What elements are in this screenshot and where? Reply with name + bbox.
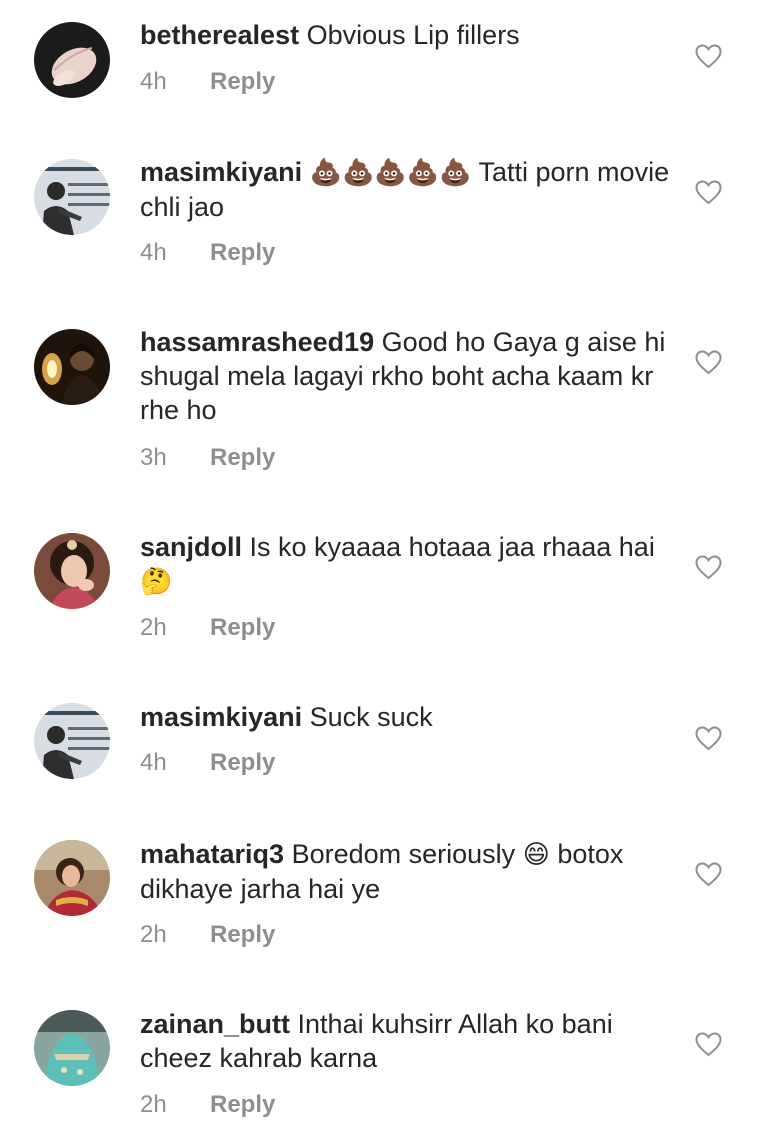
poop-emoji: 💩💩💩💩💩 (309, 158, 472, 188)
heart-outline-icon[interactable] (695, 350, 722, 375)
comment-timestamp: 2h (140, 921, 167, 948)
comment-timestamp: 3h (140, 444, 167, 471)
comment-username[interactable]: sanjdoll (140, 532, 242, 562)
comment-meta: 3h Reply (140, 443, 275, 473)
avatar[interactable] (34, 533, 110, 609)
reply-button[interactable]: Reply (210, 749, 275, 776)
comment-timestamp: 4h (140, 68, 167, 95)
comment-body: Is ko kyaaaa hotaaa jaa rhaaa hai (249, 532, 655, 562)
avatar[interactable] (34, 159, 110, 235)
reply-button[interactable]: Reply (210, 1091, 275, 1118)
comment-timestamp: 2h (140, 1091, 167, 1118)
heart-outline-icon[interactable] (695, 555, 722, 580)
comment-timestamp: 4h (140, 239, 167, 266)
comment-meta: 2h Reply (140, 920, 275, 950)
comment-meta: 2h Reply (140, 1090, 275, 1120)
comment-username[interactable]: mahatariq3 (140, 839, 284, 869)
comment-username[interactable]: masimkiyani (140, 702, 302, 732)
reply-button[interactable]: Reply (210, 68, 275, 95)
heart-outline-icon[interactable] (695, 726, 722, 751)
comment-username[interactable]: hassamrasheed19 (140, 327, 374, 357)
comment-username[interactable]: masimkiyani (140, 157, 302, 187)
comment-username[interactable]: zainan_butt (140, 1009, 290, 1039)
heart-outline-icon[interactable] (695, 862, 722, 887)
comment-meta: 4h Reply (140, 748, 275, 778)
reply-button[interactable]: Reply (210, 921, 275, 948)
comment-text: masimkiyani Suck suck (140, 700, 670, 734)
comment-username[interactable]: betherealest (140, 20, 299, 50)
comment-body: Obvious Lip fillers (306, 20, 520, 50)
comment-meta: 2h Reply (140, 613, 275, 643)
heart-outline-icon[interactable] (695, 180, 722, 205)
grinning-face-emoji: 😄 (522, 840, 550, 870)
avatar[interactable] (34, 703, 110, 779)
comment-body: Suck suck (309, 702, 433, 732)
heart-outline-icon[interactable] (695, 1032, 722, 1057)
heart-outline-icon[interactable] (695, 44, 722, 69)
comment-meta: 4h Reply (140, 67, 275, 97)
comment-meta: 4h Reply (140, 238, 275, 268)
avatar[interactable] (34, 1010, 110, 1086)
comment-text: zainan_butt Inthai kuhsirr Allah ko bani… (140, 1007, 670, 1075)
reply-button[interactable]: Reply (210, 444, 275, 471)
avatar[interactable] (34, 22, 110, 98)
comment-text: mahatariq3 Boredom seriously 😄 botox dik… (140, 837, 670, 906)
avatar[interactable] (34, 329, 110, 405)
comment-text: sanjdoll Is ko kyaaaa hotaaa jaa rhaaa h… (140, 530, 670, 599)
avatar[interactable] (34, 840, 110, 916)
comment-text: betherealest Obvious Lip fillers (140, 18, 670, 52)
comment-body: Boredom seriously (291, 839, 516, 869)
thinking-face-emoji: 🤔 (140, 567, 173, 597)
comment-timestamp: 4h (140, 749, 167, 776)
reply-button[interactable]: Reply (210, 239, 275, 266)
comment-timestamp: 2h (140, 614, 167, 641)
reply-button[interactable]: Reply (210, 614, 275, 641)
comment-text: masimkiyani 💩💩💩💩💩 Tatti porn movie chli … (140, 155, 670, 224)
comment-text: hassamrasheed19 Good ho Gaya g aise hi s… (140, 325, 670, 427)
